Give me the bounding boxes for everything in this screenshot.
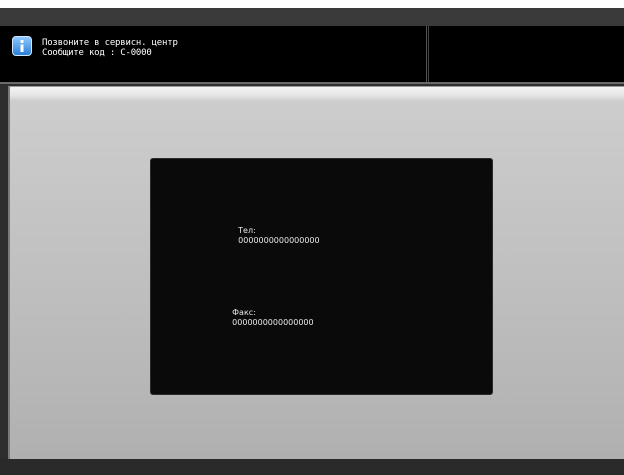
tel-row: Тел: 0000000000000000 xyxy=(228,216,320,256)
service-contact-box: Тел: 0000000000000000 Факс: 000000000000… xyxy=(151,159,492,394)
info-icon xyxy=(12,36,32,56)
message-line-2: Сообщите код : C-0000 xyxy=(42,48,152,58)
message-panel: Позвоните в сервисн. центр Сообщите код :… xyxy=(8,26,427,82)
fax-row: Факс: 0000000000000000 xyxy=(222,298,314,338)
bottom-bar xyxy=(0,459,624,475)
fax-label: Факс: xyxy=(232,308,256,317)
fax-value: 0000000000000000 xyxy=(232,318,314,327)
status-panel xyxy=(428,26,624,82)
message-line-1: Позвоните в сервисн. центр xyxy=(42,38,178,48)
divider xyxy=(0,82,624,84)
tel-value: 0000000000000000 xyxy=(238,236,320,245)
message-text: Позвоните в сервисн. центр Сообщите код :… xyxy=(42,38,178,58)
tel-label: Тел: xyxy=(238,226,256,235)
